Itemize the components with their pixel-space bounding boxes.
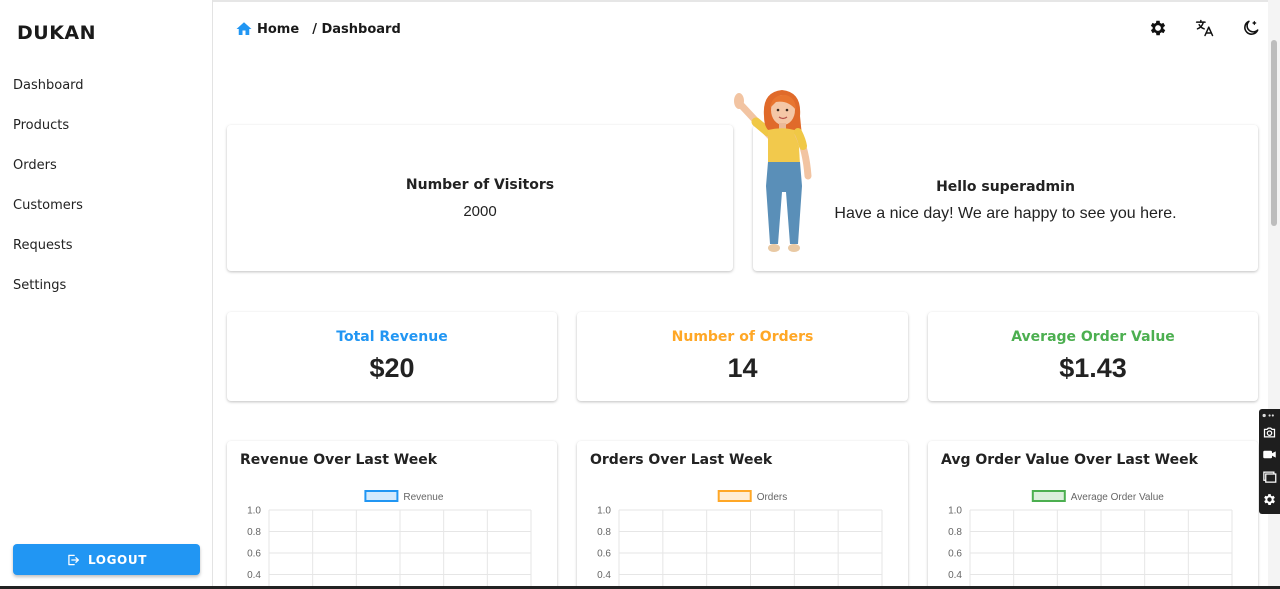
number-of-orders-value: 14 bbox=[727, 353, 758, 383]
number-of-orders-label: Number of Orders bbox=[671, 329, 814, 345]
home-icon[interactable] bbox=[235, 20, 253, 38]
visitors-title: Number of Visitors bbox=[405, 176, 555, 193]
avg-order-value-chart-card: Avg Order Value Over Last Week Average O… bbox=[928, 441, 1258, 589]
sidebar-item-requests[interactable]: Requests bbox=[13, 238, 73, 253]
window-icon[interactable] bbox=[1262, 469, 1277, 484]
number-of-orders-card: Number of Orders 14 bbox=[577, 312, 908, 401]
breadcrumb-current: / Dashboard bbox=[312, 21, 401, 37]
scrollbar-thumb[interactable] bbox=[1271, 40, 1277, 226]
sidebar-item-orders[interactable]: Orders bbox=[13, 158, 57, 173]
app-root: DUKAN Dashboard Products Orders Customer… bbox=[0, 0, 1280, 589]
total-revenue-label: Total Revenue bbox=[336, 329, 448, 345]
y-tick-label: 1.0 bbox=[247, 506, 261, 517]
greeting-title: Hello superadmin bbox=[936, 179, 1075, 195]
camera-icon[interactable] bbox=[1262, 425, 1277, 440]
sidebar-item-dashboard[interactable]: Dashboard bbox=[13, 78, 84, 93]
orders-chart: Orders 1.0 0.8 0.6 0.4 bbox=[597, 490, 883, 589]
sidebar: DUKAN Dashboard Products Orders Customer… bbox=[0, 0, 213, 589]
y-tick-label: 0.6 bbox=[247, 549, 261, 560]
legend-label[interactable]: Orders bbox=[757, 492, 788, 503]
y-tick-label: 0.4 bbox=[247, 570, 261, 581]
sidebar-item-customers[interactable]: Customers bbox=[13, 198, 83, 213]
waving-character-illustration bbox=[734, 90, 812, 252]
greeting-message: Have a nice day! We are happy to see you… bbox=[834, 205, 1177, 222]
legend-label[interactable]: Average Order Value bbox=[1071, 492, 1164, 503]
y-tick-label: 0.4 bbox=[948, 570, 962, 581]
revenue-chart-card: Revenue Over Last Week Revenue 1.0 0.8 0.6 0… bbox=[227, 441, 557, 589]
breadcrumb-home[interactable]: Home bbox=[257, 22, 299, 37]
chart-title: Orders Over Last Week bbox=[590, 452, 773, 468]
legend-swatch[interactable] bbox=[364, 490, 399, 502]
visitors-value: 2000 bbox=[463, 202, 497, 220]
y-tick-label: 1.0 bbox=[948, 506, 962, 517]
total-revenue-value: $20 bbox=[369, 353, 415, 383]
chart-title: Avg Order Value Over Last Week bbox=[941, 452, 1198, 468]
revenue-chart: Revenue 1.0 0.8 0.6 0.4 bbox=[247, 490, 532, 589]
total-revenue-card: Total Revenue $20 bbox=[227, 312, 557, 401]
logout-icon bbox=[68, 554, 79, 565]
floating-toolbar bbox=[1259, 409, 1280, 514]
logout-label: LOGOUT bbox=[87, 552, 147, 567]
dark-mode-icon[interactable] bbox=[1241, 18, 1261, 38]
visitors-card: Number of Visitors 2000 bbox=[227, 125, 733, 271]
translate-icon[interactable] bbox=[1195, 18, 1215, 38]
legend-swatch[interactable] bbox=[717, 490, 752, 502]
more-icon[interactable] bbox=[1262, 411, 1275, 420]
legend-label[interactable]: Revenue bbox=[403, 492, 443, 503]
gear-icon[interactable] bbox=[1262, 492, 1277, 507]
average-order-value-value: $1.43 bbox=[1059, 353, 1127, 383]
settings-icon[interactable] bbox=[1148, 18, 1168, 38]
logout-button[interactable]: LOGOUT bbox=[13, 544, 200, 575]
y-tick-label: 0.8 bbox=[247, 527, 261, 538]
y-tick-label: 0.8 bbox=[948, 527, 962, 538]
breadcrumb: Home / Dashboard bbox=[235, 20, 401, 38]
legend-swatch[interactable] bbox=[1031, 490, 1066, 502]
average-order-value-label: Average Order Value bbox=[1011, 329, 1175, 345]
y-tick-label: 0.4 bbox=[597, 570, 611, 581]
average-order-value-card: Average Order Value $1.43 bbox=[928, 312, 1258, 401]
y-tick-label: 0.6 bbox=[948, 549, 962, 560]
y-tick-label: 0.6 bbox=[597, 549, 611, 560]
y-tick-label: 1.0 bbox=[597, 506, 611, 517]
video-icon[interactable] bbox=[1262, 447, 1277, 462]
sidebar-item-settings[interactable]: Settings bbox=[13, 278, 66, 293]
avg-order-value-chart: Average Order Value 1.0 0.8 0.6 0.4 bbox=[948, 490, 1233, 589]
brand-logo[interactable]: DUKAN bbox=[17, 22, 96, 44]
orders-chart-card: Orders Over Last Week Orders 1.0 0.8 0.6 0.4 bbox=[577, 441, 908, 589]
sidebar-item-products[interactable]: Products bbox=[13, 118, 69, 133]
y-tick-label: 0.8 bbox=[597, 527, 611, 538]
chart-title: Revenue Over Last Week bbox=[240, 452, 438, 468]
greeting-card: Hello superadmin Have a nice day! We are… bbox=[753, 125, 1258, 271]
